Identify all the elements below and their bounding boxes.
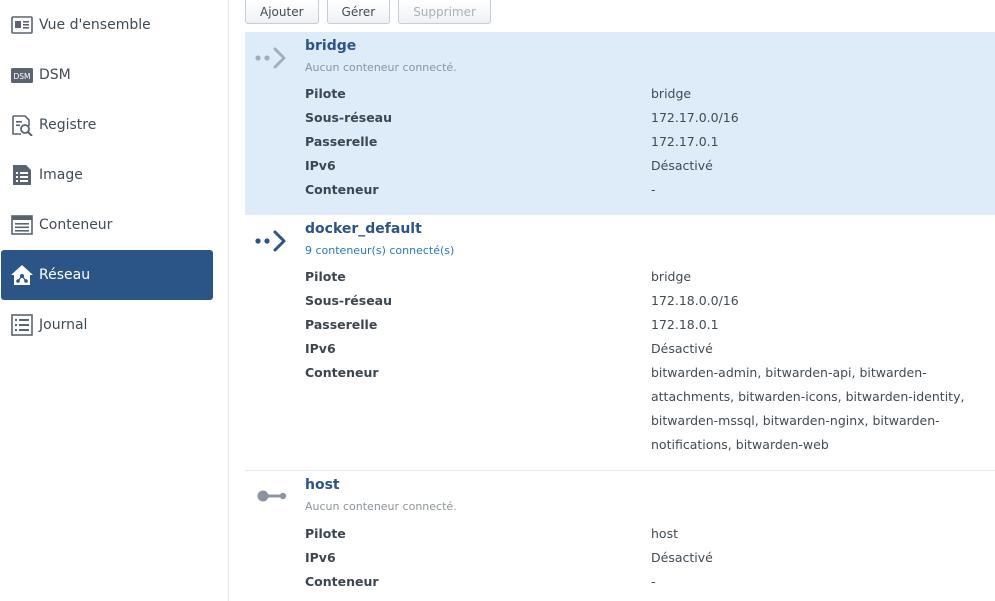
field-label: Sous-réseau [305,110,393,125]
add-button[interactable]: Ajouter [245,0,319,24]
container-list-line: notifications, bitwarden-web [651,437,829,452]
svg-text:DSM: DSM [13,72,30,81]
field-value: 172.17.0.1 [651,134,719,149]
sidebar-item-label: Conteneur [39,217,113,233]
field-label: Pilote [305,86,346,101]
sidebar-item-label: Vue d'ensemble [39,17,151,33]
overview-icon [11,16,33,34]
field-label: IPv6 [305,550,336,565]
host-network-icon [257,490,287,502]
field-label: Conteneur [305,182,379,197]
container-list-line: bitwarden-admin, bitwarden-api, bitwarde… [651,365,927,380]
sidebar-item-container[interactable]: Conteneur [1,200,213,250]
field-label: Pilote [305,526,346,541]
field-value: bridge [651,269,692,284]
sidebar-item-network[interactable]: Réseau [1,250,213,300]
sidebar: Vue d'ensemble DSM DSM Registre Image Co… [0,0,229,601]
network-arrow-icon [255,47,286,69]
network-panel: Ajouter Gérer Supprimer bridge Aucun con… [229,0,995,601]
field-label: Conteneur [305,574,379,589]
toolbar: Ajouter Gérer Supprimer [245,0,491,24]
log-icon [11,314,33,336]
field-label: IPv6 [305,158,336,173]
sidebar-item-registry[interactable]: Registre [1,100,213,150]
field-value: 172.17.0.0/16 [651,110,739,125]
sidebar-item-label: Image [39,167,83,183]
sidebar-item-label: Registre [39,117,97,133]
field-label: Conteneur [305,365,379,380]
field-label: Passerelle [305,134,378,149]
network-status: Aucun conteneur connecté. [305,61,457,74]
container-list-line: bitwarden-mssql, bitwarden-nginx, bitwar… [651,413,940,428]
field-value: Désactivé [651,341,713,356]
field-value: 172.18.0.0/16 [651,293,739,308]
field-label: IPv6 [305,341,336,356]
dsm-icon: DSM [11,68,33,83]
network-arrow-icon [255,230,286,252]
field-value: bridge [651,86,692,101]
network-name: bridge [305,38,357,54]
field-value: Désactivé [651,550,713,565]
sidebar-item-label: DSM [39,67,71,83]
field-value: 172.18.0.1 [651,317,719,332]
sidebar-item-label: Réseau [39,267,91,283]
registry-icon [12,115,33,136]
field-label: Sous-réseau [305,293,393,308]
field-value: - [651,182,656,197]
container-list: bitwarden-admin, bitwarden-api, bitwarde… [651,361,971,457]
network-name: docker_default [305,221,422,237]
delete-button[interactable]: Supprimer [398,0,491,24]
field-label: Pilote [305,269,346,284]
field-value: - [651,574,656,589]
container-list-line: attachments, bitwarden-icons, bitwarden-… [651,389,965,404]
image-icon [13,165,31,185]
field-value: host [651,526,678,541]
sidebar-item-overview[interactable]: Vue d'ensemble [1,0,213,50]
sidebar-item-label: Journal [39,317,88,333]
network-icon [11,265,33,285]
field-label: Passerelle [305,317,378,332]
manage-button[interactable]: Gérer [326,0,391,24]
sidebar-item-log[interactable]: Journal [1,300,213,350]
container-icon [11,215,33,235]
sidebar-item-dsm[interactable]: DSM DSM [1,50,213,100]
network-item-host[interactable]: host Aucun conteneur connecté. Pilote ho… [245,471,995,601]
network-name: host [305,477,340,493]
network-item-bridge[interactable]: bridge Aucun conteneur connecté. Pilote … [245,32,995,215]
network-item-docker-default[interactable]: docker_default 9 conteneur(s) connecté(s… [245,215,995,470]
sidebar-item-image[interactable]: Image [1,150,213,200]
field-value: Désactivé [651,158,713,173]
connected-containers-link[interactable]: 9 conteneur(s) connecté(s) [305,244,454,257]
network-status: Aucun conteneur connecté. [305,500,457,513]
